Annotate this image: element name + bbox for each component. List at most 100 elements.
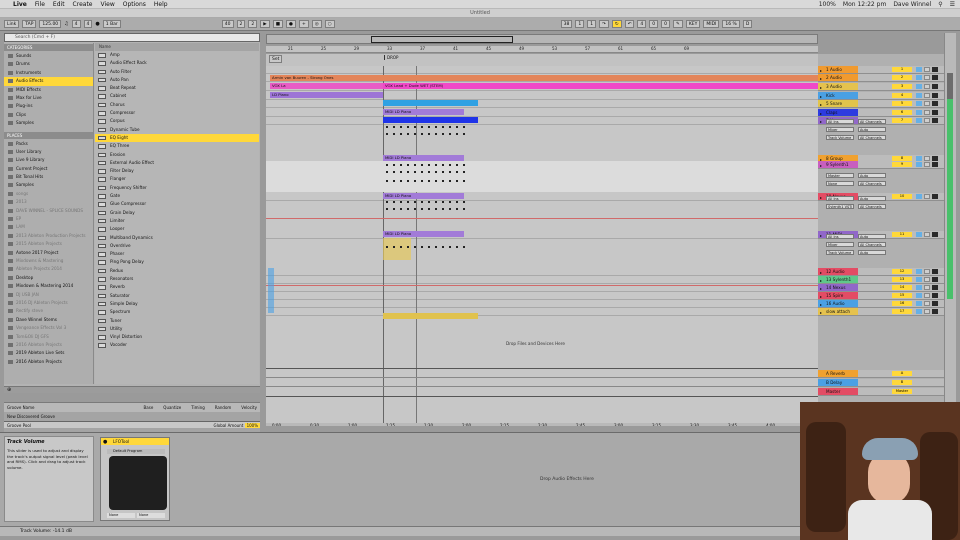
record-arm-icon[interactable] bbox=[932, 277, 938, 282]
io-channel-select[interactable]: Auto bbox=[858, 173, 886, 178]
arm-button[interactable] bbox=[924, 309, 930, 314]
track-fold-icon[interactable]: ▸ bbox=[820, 278, 822, 283]
io-channel-select[interactable]: All Channels bbox=[858, 181, 886, 186]
device-list-item[interactable]: EQ Eight bbox=[95, 133, 259, 143]
search-icon[interactable]: ⚲ bbox=[938, 1, 942, 8]
device-list-item[interactable]: External Audio Effect bbox=[95, 159, 259, 167]
record-arm-icon[interactable] bbox=[932, 75, 938, 80]
device-list-item[interactable]: Redux bbox=[95, 267, 259, 275]
hotswap-icon[interactable]: ⊕ bbox=[7, 387, 11, 393]
place-item[interactable]: 2013 bbox=[4, 198, 93, 206]
place-item[interactable]: Desktop bbox=[4, 274, 93, 282]
device-list-item[interactable]: Auto Pan bbox=[95, 76, 259, 84]
place-item[interactable]: Tom&Oli DJ GFS bbox=[4, 333, 93, 341]
category-item[interactable]: Clips bbox=[4, 111, 93, 119]
track-fold-icon[interactable]: ▸ bbox=[820, 195, 822, 200]
clip-slow-attach[interactable] bbox=[383, 313, 478, 319]
track-fold-icon[interactable]: ▸ bbox=[820, 111, 822, 116]
category-item[interactable]: Instruments bbox=[4, 69, 93, 77]
arrangement-lane[interactable] bbox=[266, 100, 818, 108]
place-item[interactable]: EP bbox=[4, 215, 93, 223]
menu-list-icon[interactable]: ☰ bbox=[950, 1, 955, 8]
place-item[interactable]: Mixdown & Mastering 2014 bbox=[4, 282, 93, 290]
solo-button[interactable] bbox=[916, 93, 922, 98]
battery-percent[interactable]: 100% bbox=[819, 1, 836, 8]
arrangement-lane[interactable] bbox=[266, 308, 818, 316]
track-number-button[interactable]: 7 bbox=[892, 118, 912, 123]
device-list-item[interactable]: Utility bbox=[95, 325, 259, 333]
track-number-button[interactable]: 2 bbox=[892, 75, 912, 80]
return-label-button[interactable]: B bbox=[892, 380, 912, 385]
tempo-field[interactable]: 125.00 bbox=[39, 20, 62, 28]
clip-midi-ld-4[interactable]: MIDI LD Piano bbox=[383, 231, 464, 237]
io-select[interactable]: Master bbox=[826, 173, 854, 178]
track-name[interactable]: 13 Sylenth1 bbox=[818, 276, 858, 283]
track-name[interactable]: 12 Audio bbox=[818, 268, 858, 275]
io-select[interactable]: Track Volume bbox=[826, 135, 854, 140]
solo-button[interactable] bbox=[916, 277, 922, 282]
place-item[interactable]: Axtone 2017 Project bbox=[4, 249, 93, 257]
track-name[interactable]: Claps bbox=[818, 109, 858, 116]
device-list-item[interactable]: Grain Delay bbox=[95, 209, 259, 217]
user-name[interactable]: Dave Winnel bbox=[893, 1, 931, 8]
record-arm-icon[interactable] bbox=[932, 293, 938, 298]
place-item[interactable]: User Library bbox=[4, 148, 93, 156]
track-fold-icon[interactable]: ▸ bbox=[820, 102, 822, 107]
track-header[interactable]: ▸ 2 Audio 2 bbox=[818, 74, 944, 82]
track-fold-icon[interactable]: ▸ bbox=[820, 233, 822, 238]
category-item[interactable]: Sounds bbox=[4, 52, 93, 60]
arm-button[interactable] bbox=[924, 110, 930, 115]
io-channel-select[interactable]: Auto bbox=[858, 127, 886, 132]
track-number-button[interactable]: 9 bbox=[892, 162, 912, 167]
solo-button[interactable] bbox=[916, 301, 922, 306]
clip-audio-1[interactable]: Armin van Buuren - Strong Ones bbox=[270, 75, 818, 81]
arm-button[interactable] bbox=[924, 293, 930, 298]
solo-button[interactable] bbox=[916, 232, 922, 237]
category-item[interactable]: Plug-ins bbox=[4, 102, 93, 110]
record-icon[interactable]: ● bbox=[286, 20, 296, 28]
track-number-button[interactable]: 1 bbox=[892, 67, 912, 72]
solo-button[interactable] bbox=[916, 293, 922, 298]
loop-length-b[interactable]: 0 bbox=[649, 20, 659, 28]
record-arm-icon[interactable] bbox=[932, 84, 938, 89]
return-label-button[interactable]: A bbox=[892, 371, 912, 376]
track-fold-icon[interactable]: ▸ bbox=[820, 270, 822, 275]
track-name[interactable]: 9 Sylenth1 bbox=[818, 161, 858, 168]
arrangement-lane[interactable] bbox=[266, 66, 818, 74]
vertical-scrollbar[interactable] bbox=[944, 33, 956, 426]
automation-arm-icon[interactable]: ◎ bbox=[311, 20, 322, 28]
track-number-button[interactable]: 10 bbox=[892, 194, 912, 199]
track-name[interactable]: 14 Nexus bbox=[818, 284, 858, 291]
device-list-item[interactable]: Resonators bbox=[95, 275, 259, 283]
place-item[interactable]: 2016 DJ Ableton Projects bbox=[4, 299, 93, 307]
place-item[interactable]: songs bbox=[4, 190, 93, 198]
solo-button[interactable] bbox=[916, 194, 922, 199]
record-arm-icon[interactable] bbox=[932, 269, 938, 274]
arm-button[interactable] bbox=[924, 101, 930, 106]
track-header[interactable]: ▸ 14 Nexus 14 bbox=[818, 284, 944, 292]
device-list-item[interactable]: Vocoder bbox=[95, 341, 259, 349]
record-arm-icon[interactable] bbox=[932, 309, 938, 314]
arrangement-lane[interactable] bbox=[266, 292, 818, 300]
device-list-item[interactable]: Audio Effect Rack bbox=[95, 59, 259, 67]
device-list-item[interactable]: Glue Compressor bbox=[95, 200, 259, 208]
track-header[interactable]: ▸ slow attach 17 bbox=[818, 308, 944, 316]
place-item[interactable]: 2019 Ableton Live Sets bbox=[4, 349, 93, 357]
track-fold-icon[interactable]: ▸ bbox=[820, 94, 822, 99]
key-map-button[interactable]: KEY bbox=[685, 20, 701, 28]
return-label-button[interactable]: Master bbox=[892, 389, 912, 394]
arrangement-lane[interactable] bbox=[266, 109, 818, 117]
overdub-icon[interactable]: + bbox=[298, 20, 309, 28]
arrangement-lane[interactable] bbox=[266, 231, 818, 239]
clip-stack-left[interactable] bbox=[268, 268, 274, 313]
arm-button[interactable] bbox=[924, 285, 930, 290]
lfo-param-1[interactable]: None bbox=[107, 513, 135, 518]
track-header[interactable]: ▸ 9 Sylenth1 9 bbox=[818, 161, 944, 169]
device-list-item[interactable]: Auto Filter bbox=[95, 68, 259, 76]
track-header[interactable]: ▸ 1 Audio 1 bbox=[818, 66, 944, 74]
locator-drop[interactable]: DROP bbox=[384, 55, 398, 60]
track-fold-icon[interactable]: ▸ bbox=[820, 68, 822, 73]
device-list-item[interactable]: Corpus bbox=[95, 117, 259, 125]
return-track-name[interactable]: A Reverb bbox=[818, 370, 858, 377]
track-number-button[interactable]: 14 bbox=[892, 285, 912, 290]
